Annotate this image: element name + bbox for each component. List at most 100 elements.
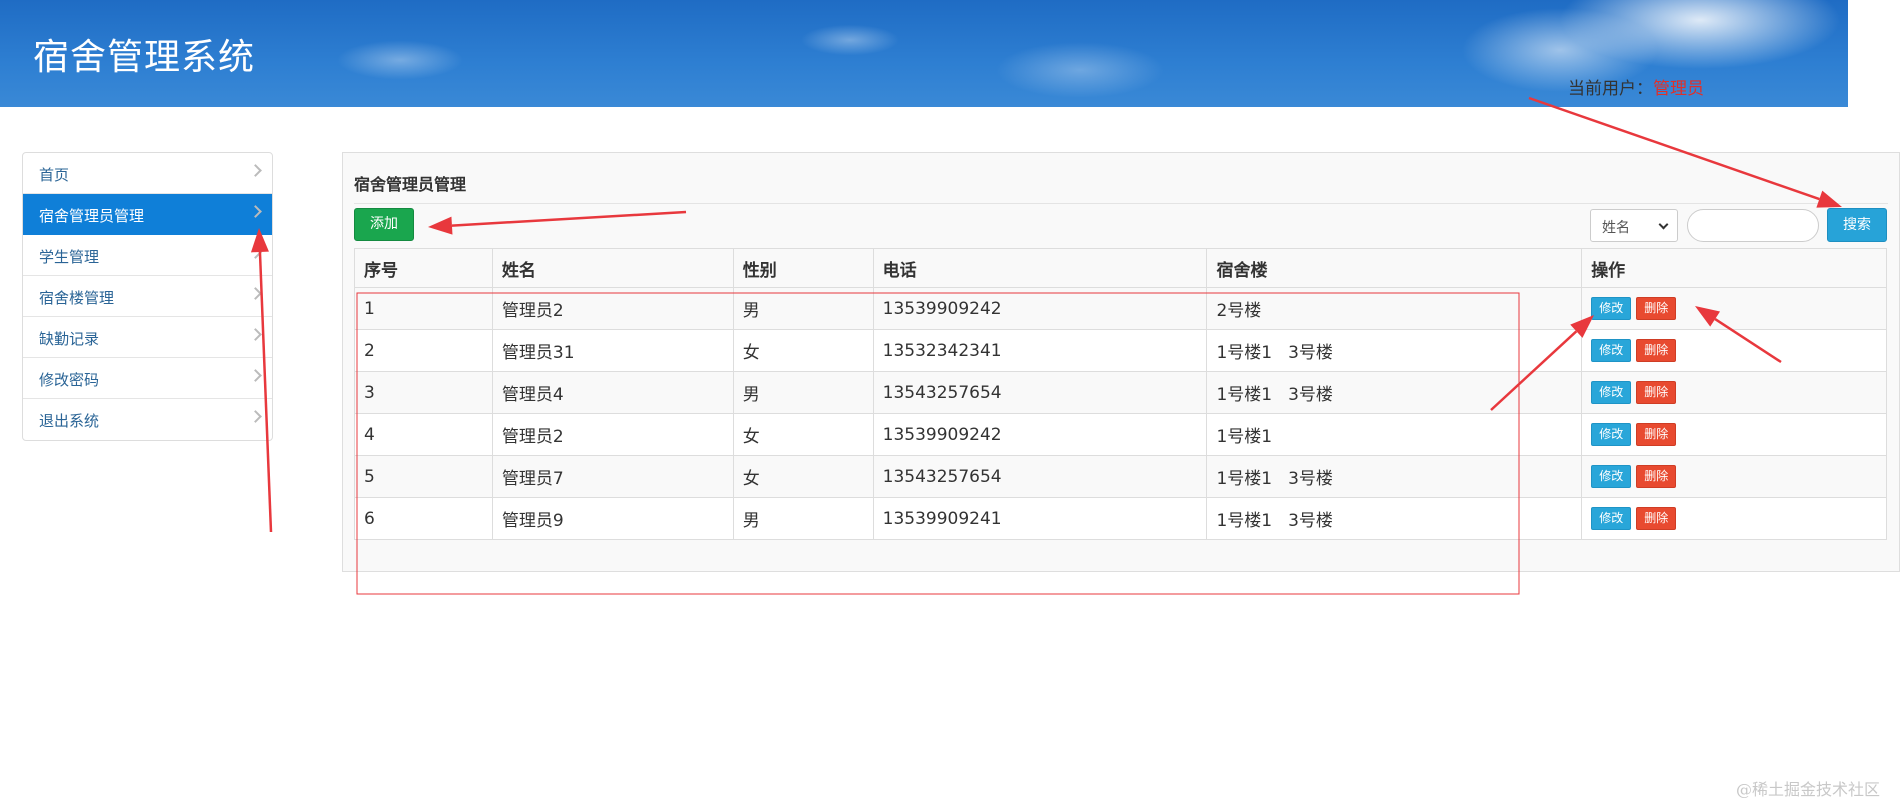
cell-gender: 女: [732, 455, 874, 498]
sidebar-item[interactable]: 宿舍楼管理: [23, 276, 272, 317]
sidebar-item[interactable]: 退出系统: [23, 399, 272, 440]
cell-buildings: 1号楼1 3号楼: [1206, 371, 1583, 414]
cell-phone: 13539909242: [872, 413, 1208, 456]
column-header-name: 姓名: [491, 248, 734, 288]
cell-buildings: 1号楼1 3号楼: [1206, 455, 1583, 498]
delete-button[interactable]: 删除: [1636, 423, 1677, 446]
delete-button[interactable]: 删除: [1636, 297, 1677, 320]
sidebar-item-label: 宿舍管理员管理: [39, 207, 145, 225]
header-banner: 宿舍管理系统 当前用户：管理员: [0, 0, 1848, 107]
building-tag: 1号楼1: [1216, 469, 1273, 489]
app-title: 宿舍管理系统: [33, 37, 256, 78]
search-input[interactable]: [1687, 209, 1819, 242]
cell-gender: 男: [732, 497, 874, 540]
sidebar-item-label: 修改密码: [39, 371, 100, 389]
admin-table: 序号 姓名 性别 电话 宿舍楼 操作 1 管理员2 男 13539909242 2号楼修…: [354, 248, 1887, 540]
building-tag: 2号楼: [1216, 301, 1262, 321]
chevron-right-icon: [249, 205, 262, 218]
table-row: 3 管理员4 男 13543257654 1号楼1 3号楼 修改 删除: [354, 371, 1887, 414]
edit-button[interactable]: 修改: [1591, 465, 1632, 488]
cell-name: 管理员2: [491, 413, 734, 456]
chevron-right-icon: [249, 164, 262, 177]
cell-name: 管理员4: [491, 371, 734, 414]
admin-management-panel: 宿舍管理员管理 添加 姓名 搜索 序号 姓名 性别 电话 宿舍楼 操作 1 管理员…: [342, 152, 1900, 572]
chevron-right-icon: [249, 369, 262, 382]
table-row: 1 管理员2 男 13539909242 2号楼 修改 删除: [354, 287, 1887, 330]
cell-actions: 修改 删除: [1581, 413, 1887, 456]
cell-buildings: 2号楼: [1206, 287, 1583, 330]
cell-id: 2: [354, 329, 493, 372]
building-tag: 1号楼1: [1216, 427, 1273, 447]
table-row: 6 管理员9 男 13539909241 1号楼1 3号楼 修改 删除: [354, 497, 1887, 540]
cell-id: 3: [354, 371, 493, 414]
search-field-select[interactable]: 姓名: [1590, 209, 1678, 242]
edit-button[interactable]: 修改: [1591, 297, 1632, 320]
current-user: 当前用户：管理员: [1568, 74, 1704, 99]
building-tag: 3号楼: [1288, 343, 1333, 363]
sidebar-item[interactable]: 首页: [23, 153, 272, 194]
sidebar-item[interactable]: 缺勤记录: [23, 317, 272, 358]
edit-button[interactable]: 修改: [1591, 381, 1632, 404]
cell-actions: 修改 删除: [1581, 329, 1887, 372]
cell-name: 管理员9: [491, 497, 734, 540]
chevron-right-icon: [249, 328, 262, 341]
delete-button[interactable]: 删除: [1636, 381, 1677, 404]
building-tag: 1号楼1: [1216, 343, 1273, 363]
table-row: 2 管理员31 女 13532342341 1号楼1 3号楼 修改 删除: [354, 329, 1887, 372]
search-field-selected: 姓名: [1602, 220, 1630, 236]
cell-phone: 13532342341: [872, 329, 1208, 372]
cell-buildings: 1号楼1: [1206, 413, 1583, 456]
sidebar-item-label: 宿舍楼管理: [39, 289, 115, 307]
delete-button[interactable]: 删除: [1636, 465, 1677, 488]
column-header-id: 序号: [354, 248, 493, 288]
column-header-gender: 性别: [732, 248, 874, 288]
cell-actions: 修改 删除: [1581, 371, 1887, 414]
sidebar-item-label: 退出系统: [39, 412, 100, 430]
cell-phone: 13543257654: [872, 371, 1208, 414]
delete-button[interactable]: 删除: [1636, 339, 1677, 362]
sidebar-item[interactable]: 学生管理: [23, 235, 272, 276]
edit-button[interactable]: 修改: [1591, 339, 1632, 362]
cell-name: 管理员2: [491, 287, 734, 330]
chevron-right-icon: [249, 410, 262, 423]
building-tag: 3号楼: [1288, 469, 1333, 489]
cell-phone: 13539909242: [872, 287, 1208, 330]
cell-id: 5: [354, 455, 493, 498]
cell-actions: 修改 删除: [1581, 287, 1887, 330]
add-button[interactable]: 添加: [354, 208, 414, 241]
sidebar-item[interactable]: 宿舍管理员管理: [23, 194, 272, 235]
table-row: 5 管理员7 女 13543257654 1号楼1 3号楼 修改 删除: [354, 455, 1887, 498]
building-tag: 3号楼: [1288, 511, 1333, 531]
building-tag: 1号楼1: [1216, 385, 1273, 405]
cell-buildings: 1号楼1 3号楼: [1206, 329, 1583, 372]
chevron-right-icon: [249, 246, 262, 259]
sidebar-item[interactable]: 修改密码: [23, 358, 272, 399]
current-user-label: 当前用户：: [1568, 79, 1653, 99]
cell-name: 管理员31: [491, 329, 734, 372]
cell-id: 1: [354, 287, 493, 330]
search-button[interactable]: 搜索: [1827, 208, 1887, 242]
cell-actions: 修改 删除: [1581, 497, 1887, 540]
current-user-value: 管理员: [1653, 79, 1704, 99]
edit-button[interactable]: 修改: [1591, 507, 1632, 530]
table-row: 4 管理员2 女 13539909242 1号楼1 修改 删除: [354, 413, 1887, 456]
cell-gender: 男: [732, 287, 874, 330]
sidebar-item-label: 学生管理: [39, 248, 100, 266]
cell-gender: 女: [732, 329, 874, 372]
cell-phone: 13539909241: [872, 497, 1208, 540]
column-header-phone: 电话: [872, 248, 1208, 288]
cell-gender: 女: [732, 413, 874, 456]
sidebar-nav: 首页宿舍管理员管理 学生管理宿舍楼管理缺勤记录修改密码退出系统: [22, 152, 273, 441]
panel-divider: [354, 203, 1888, 204]
building-tag: 3号楼: [1288, 385, 1333, 405]
cell-gender: 男: [732, 371, 874, 414]
delete-button[interactable]: 删除: [1636, 507, 1677, 530]
chevron-down-icon: [1658, 219, 1669, 230]
sidebar-item-label: 首页: [39, 166, 70, 184]
building-tag: 1号楼1: [1216, 511, 1273, 531]
cell-actions: 修改 删除: [1581, 455, 1887, 498]
edit-button[interactable]: 修改: [1591, 423, 1632, 446]
chevron-right-icon: [249, 287, 262, 300]
cell-phone: 13543257654: [872, 455, 1208, 498]
column-header-actions: 操作: [1581, 248, 1887, 288]
